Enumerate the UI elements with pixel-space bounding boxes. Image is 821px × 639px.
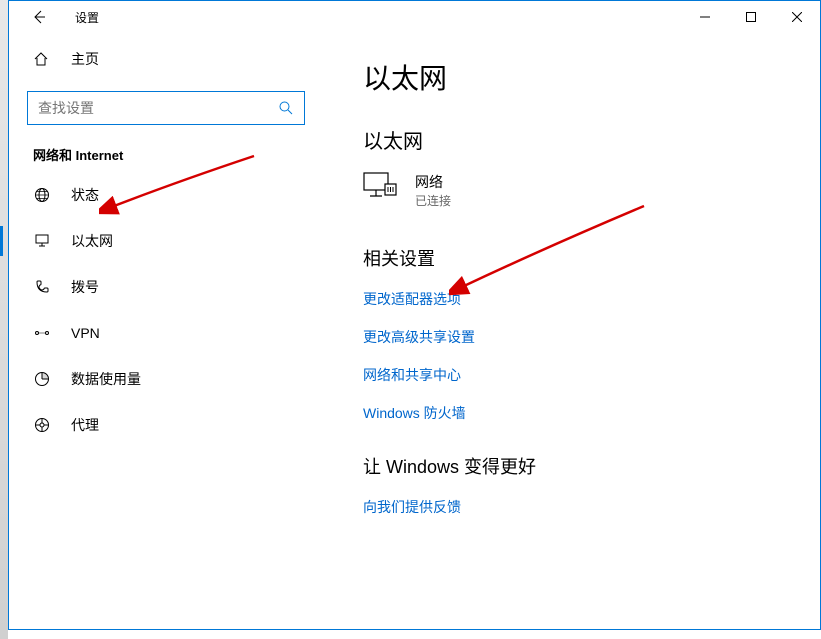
phone-icon <box>33 279 51 295</box>
minimize-icon <box>700 12 710 22</box>
minimize-button[interactable] <box>682 1 728 33</box>
sidebar-item-label: 数据使用量 <box>71 369 141 389</box>
proxy-icon <box>33 417 51 433</box>
link-feedback[interactable]: 向我们提供反馈 <box>363 497 820 517</box>
main-panel: 以太网 以太网 网络 已连接 相关设置 更改适配器选项 更改高级共享设置 网络和… <box>323 33 820 629</box>
link-firewall[interactable]: Windows 防火墙 <box>363 403 820 423</box>
settings-window: 设置 主页 <box>8 0 821 630</box>
link-change-adapter[interactable]: 更改适配器选项 <box>363 289 820 309</box>
sidebar-item-label: 代理 <box>71 415 99 435</box>
sub-title: 以太网 <box>363 125 820 154</box>
sidebar-item-status[interactable]: 状态 <box>9 172 323 218</box>
content-area: 主页 网络和 Internet 状态 <box>9 33 820 629</box>
sidebar: 主页 网络和 Internet 状态 <box>9 33 323 629</box>
ethernet-icon <box>33 233 51 249</box>
search-box[interactable] <box>27 91 305 125</box>
home-button[interactable]: 主页 <box>9 39 323 79</box>
back-arrow-icon <box>31 9 47 25</box>
search-container <box>9 91 323 125</box>
page-title: 以太网 <box>363 57 820 97</box>
titlebar: 设置 <box>9 1 820 33</box>
improve-title: 让 Windows 变得更好 <box>363 453 820 479</box>
sidebar-item-label: 以太网 <box>71 231 113 251</box>
maximize-button[interactable] <box>728 1 774 33</box>
data-usage-icon <box>33 371 51 387</box>
sidebar-item-dialup[interactable]: 拨号 <box>9 264 323 310</box>
network-name: 网络 <box>415 172 451 192</box>
sidebar-item-label: 状态 <box>71 185 99 205</box>
sidebar-item-label: VPN <box>71 325 100 341</box>
close-button[interactable] <box>774 1 820 33</box>
search-input[interactable] <box>38 100 278 116</box>
network-text: 网络 已连接 <box>415 172 451 209</box>
search-icon <box>278 100 294 116</box>
sidebar-item-vpn[interactable]: VPN <box>9 310 323 356</box>
desktop-edge <box>0 0 8 639</box>
link-network-center[interactable]: 网络和共享中心 <box>363 365 820 385</box>
back-button[interactable] <box>27 5 51 29</box>
globe-icon <box>33 187 51 203</box>
home-label: 主页 <box>71 49 99 69</box>
link-advanced-sharing[interactable]: 更改高级共享设置 <box>363 327 820 347</box>
maximize-icon <box>746 12 756 22</box>
sidebar-item-data-usage[interactable]: 数据使用量 <box>9 356 323 402</box>
network-monitor-icon <box>363 172 403 202</box>
network-row[interactable]: 网络 已连接 <box>363 172 820 209</box>
window-controls <box>682 1 820 33</box>
close-icon <box>792 12 802 22</box>
section-title: 网络和 Internet <box>9 125 323 172</box>
sidebar-item-proxy[interactable]: 代理 <box>9 402 323 448</box>
vpn-icon <box>33 325 51 341</box>
sidebar-item-label: 拨号 <box>71 277 99 297</box>
sidebar-item-ethernet[interactable]: 以太网 <box>9 218 323 264</box>
home-icon <box>33 51 51 67</box>
network-status: 已连接 <box>415 192 451 209</box>
related-settings-title: 相关设置 <box>363 245 820 271</box>
window-title: 设置 <box>75 9 99 26</box>
